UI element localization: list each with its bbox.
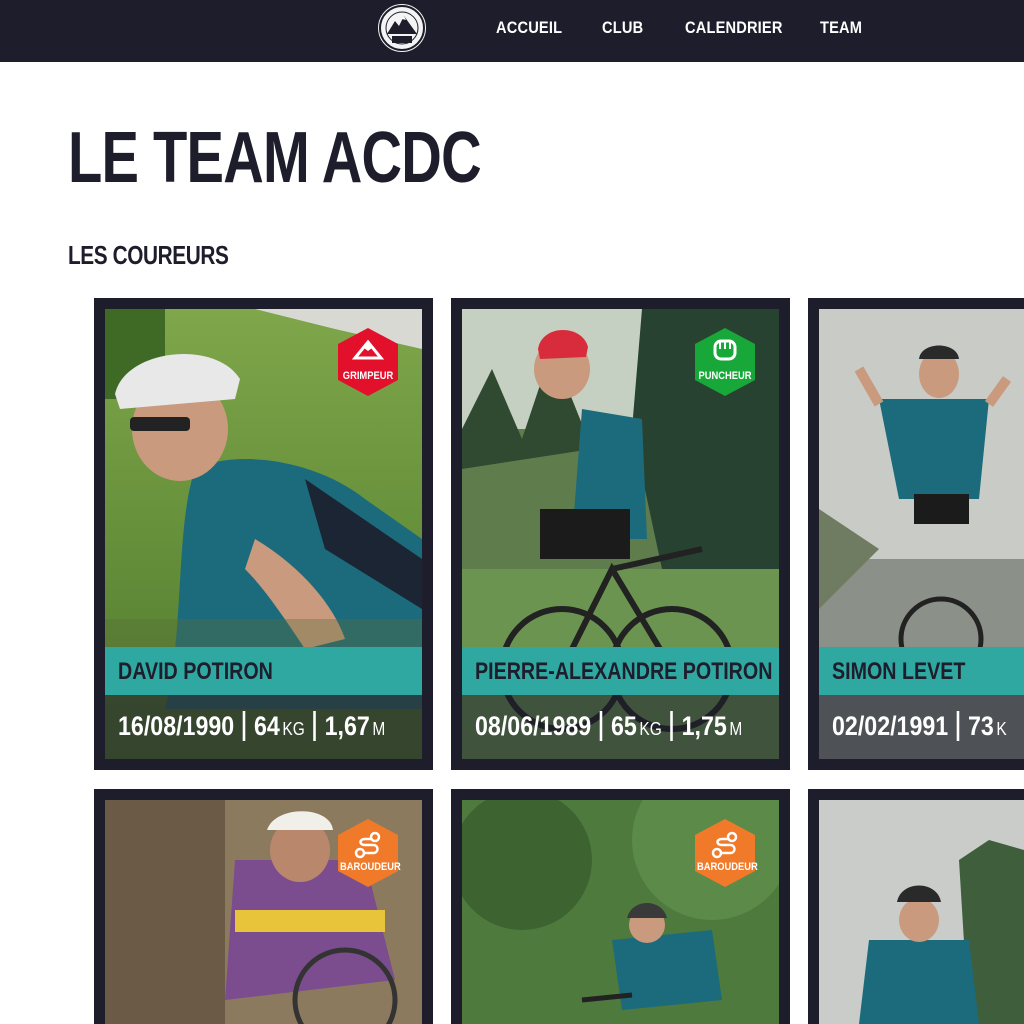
rider-height: 1,67 — [324, 711, 370, 741]
stats-divider — [599, 711, 603, 741]
rider-type-badge: PUNCHEUR — [692, 326, 758, 398]
rider-name-bar: DAVID POTIRON — [105, 647, 422, 695]
rider-name-bar: SIMON LEVET — [819, 647, 1024, 695]
rider-card-4[interactable]: BAROUDEUR — [94, 789, 433, 1024]
rider-stats: 08/06/1989 65 KG 1,75 M — [462, 695, 779, 759]
rider-type-badge: GRIMPEUR — [335, 326, 401, 398]
rider-photo — [819, 800, 1024, 1024]
nav-label[interactable]: CLUB — [602, 18, 643, 38]
rider-card-pierre-alexandre-potiron[interactable]: PUNCHEUR PIERRE-ALEXANDRE POTIRON 08/06/… — [451, 298, 790, 770]
rider-weight: 64 — [254, 711, 280, 741]
nav-item-calendrier[interactable]: CALENDRIER — [685, 0, 798, 56]
rider-birthdate: 02/02/1991 — [832, 711, 949, 741]
rider-card-5[interactable]: BAROUDEUR — [451, 789, 790, 1024]
height-unit: M — [729, 719, 743, 739]
section-title: LES COUREURS — [68, 240, 229, 270]
rider-birthdate: 16/08/1990 — [118, 711, 235, 741]
rider-weight: 73 — [968, 711, 994, 741]
nav-label[interactable]: CALENDRIER — [685, 18, 783, 38]
club-logo[interactable] — [376, 2, 428, 54]
rider-name: SIMON LEVET — [832, 658, 966, 685]
badge-label: BAROUDEUR — [696, 861, 758, 873]
weight-unit: KG — [282, 719, 305, 739]
stats-divider — [670, 711, 673, 741]
stats-divider — [313, 711, 316, 741]
rider-card-simon-levet[interactable]: SIMON LEVET 02/02/1991 73 K — [808, 298, 1024, 770]
badge-label: BAROUDEUR — [339, 861, 401, 873]
nav-item-club[interactable]: CLUB — [602, 0, 650, 56]
weight-unit: K — [996, 719, 1007, 739]
height-unit: M — [372, 719, 386, 739]
nav-label[interactable]: TEAM — [820, 18, 862, 38]
rider-type-badge: BAROUDEUR — [335, 817, 401, 889]
weight-unit: KG — [639, 719, 662, 739]
rider-card-david-potiron[interactable]: GRIMPEUR DAVID POTIRON 16/08/1990 64 KG 1,6… — [94, 298, 433, 770]
rider-card-6[interactable] — [808, 789, 1024, 1024]
badge-label: GRIMPEUR — [342, 370, 394, 382]
rider-name-bar: PIERRE-ALEXANDRE POTIRON — [462, 647, 779, 695]
rider-weight: 65 — [611, 711, 637, 741]
nav-item-team[interactable]: TEAM — [820, 0, 869, 56]
page-title: LE TEAM ACDC — [68, 118, 482, 198]
rider-name: PIERRE-ALEXANDRE POTIRON — [475, 658, 773, 685]
rider-name: DAVID POTIRON — [118, 658, 273, 685]
rider-height: 1,75 — [681, 711, 727, 741]
nav-item-accueil[interactable]: ACCUEIL — [496, 0, 573, 56]
nav-label[interactable]: ACCUEIL — [496, 18, 562, 38]
rider-stats: 16/08/1990 64 KG 1,67 M — [105, 695, 422, 759]
badge-label: PUNCHEUR — [698, 370, 752, 382]
rider-stats: 02/02/1991 73 K — [819, 695, 1024, 759]
stats-divider — [956, 711, 960, 741]
top-navigation-bar: ACCUEIL CLUB CALENDRIER TEAM — [0, 0, 1024, 62]
stats-divider — [242, 711, 246, 741]
rider-type-badge: BAROUDEUR — [692, 817, 758, 889]
rider-birthdate: 08/06/1989 — [475, 711, 592, 741]
